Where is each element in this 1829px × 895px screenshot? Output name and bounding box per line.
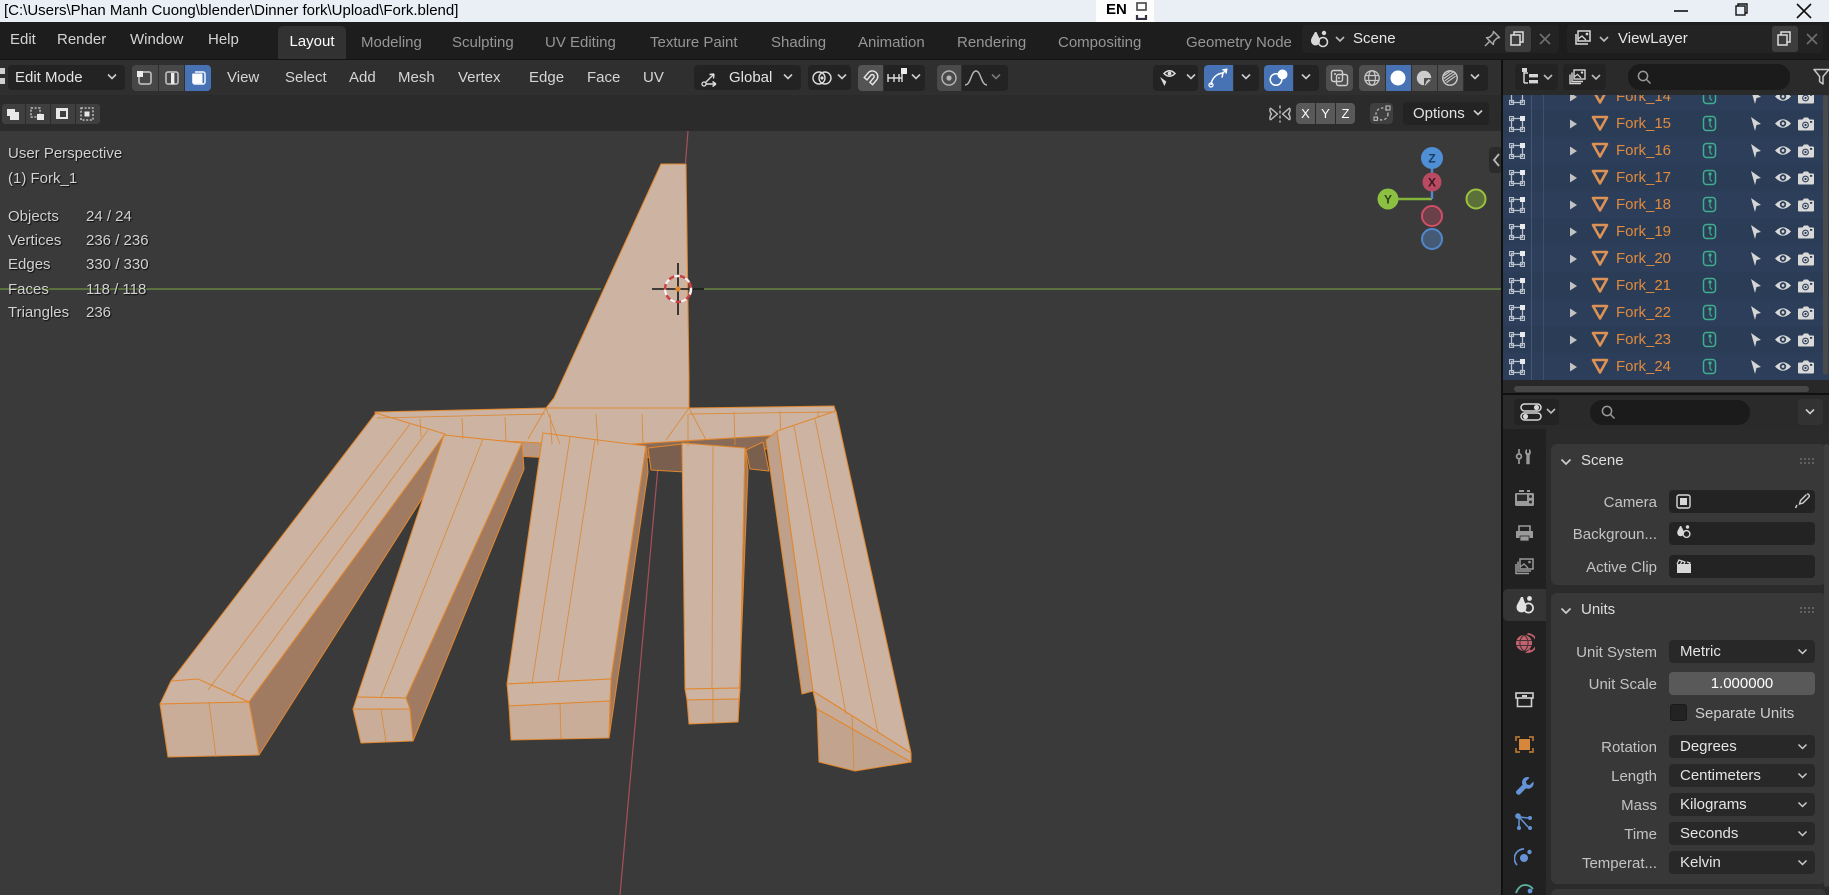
svg-text:Z: Z xyxy=(1428,152,1435,166)
svg-text:X: X xyxy=(1428,176,1436,190)
svg-text:Y: Y xyxy=(1384,193,1392,207)
